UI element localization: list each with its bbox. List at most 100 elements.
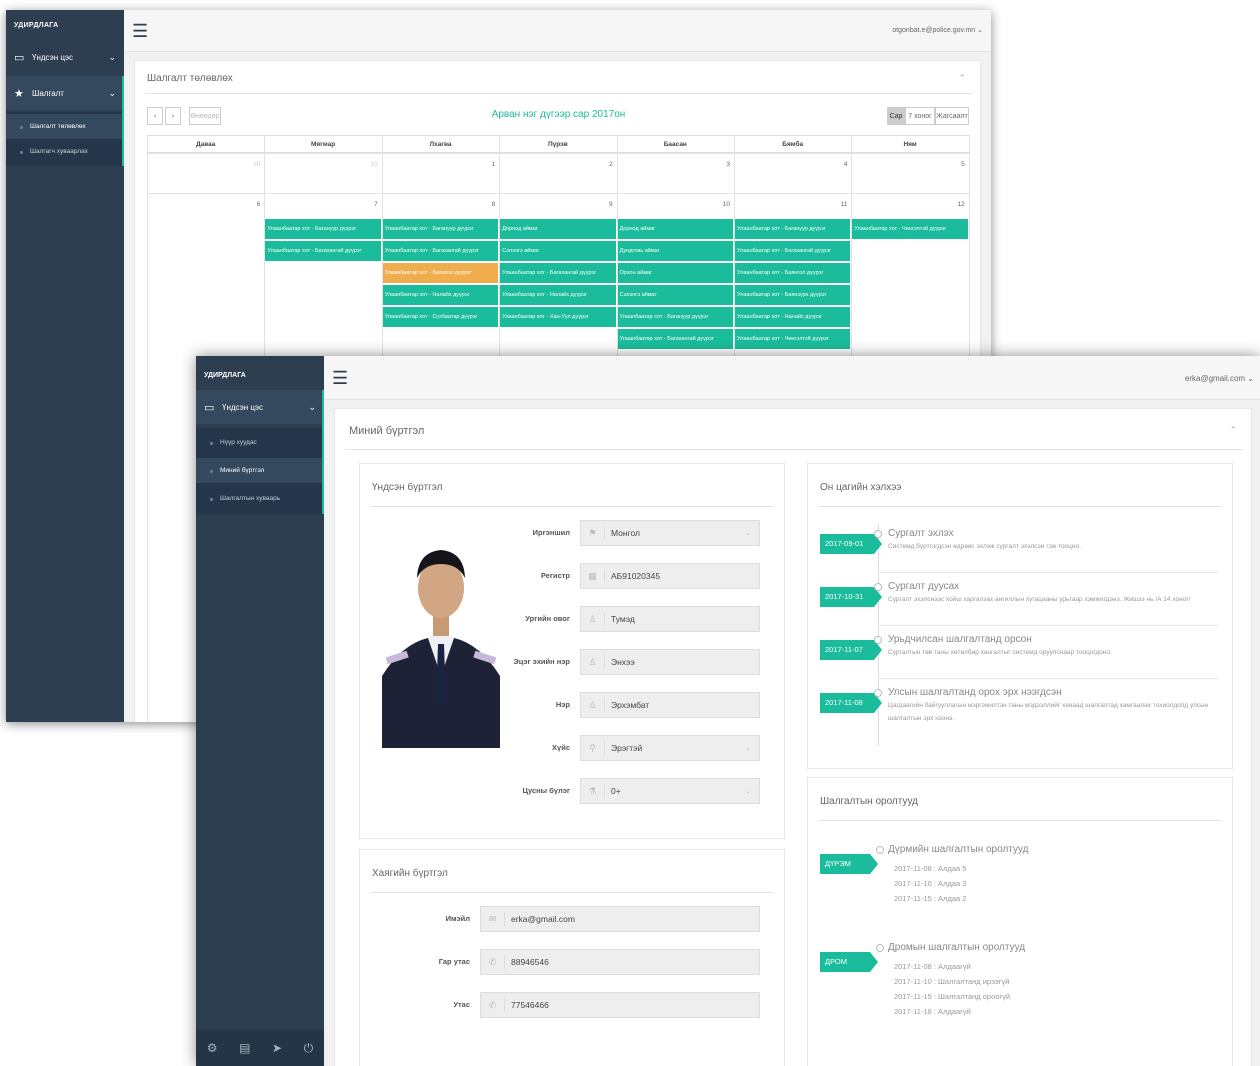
person-photo [382,550,500,748]
timeline-title: Улсын шалгалтанд орох эрх нээгдсэн [888,687,1062,698]
user-email: erka@gmail.com [1184,374,1246,383]
calendar-event[interactable]: Улаанбаатар хот - Сүхбаатар дүүрэг [382,307,499,327]
sidebar-item-assign-examiner[interactable]: Шалгагч хуваарлах [6,139,124,164]
timeline-desc: Цагдаагийн байгууллагын мэргэжилтэн таны… [888,702,1209,722]
chevron-down-icon: ⌄ [108,51,116,62]
sidebar-item-exam-schedule[interactable]: Шалгалтын хуваарь [196,486,324,511]
field-input[interactable]: ♙ Энхээ [580,649,760,675]
field-value: Эрэгтэй [611,743,643,753]
field-label: Гар утас [438,957,470,966]
field-label: Нэр [555,700,570,709]
field-input[interactable]: ♙ Тумэд [580,606,760,632]
calendar-event[interactable]: Улаанбаатар хот - Налайх дүүрэг [735,307,851,327]
field-value: Эрхэмбат [611,700,650,710]
day-number: 3 [726,161,730,168]
field-value: Энхээ [611,657,635,667]
sidebar-item-exam-plan[interactable]: Шалгалт төлөвлөх [6,114,124,139]
timeline-date: 2017-11-08 [820,693,882,713]
send-icon[interactable]: ➤ [272,1041,282,1055]
calendar-event[interactable]: Улаанбаатар хот - Налайх дүүрэг [382,285,499,305]
field-value: erka@gmail.com [511,914,575,924]
monitor-icon: ▭ [204,401,215,414]
calendar-event[interactable]: Сэлэнгэ аймаг [500,241,616,261]
weekday-header: Мягмар [264,135,382,153]
field-input[interactable]: ✆ 77546466 [480,992,760,1018]
timeline-title: Сургалт эхлэх [888,528,954,539]
exam-attempt: 2017-11-08 : Алдаа 5 [894,864,967,873]
gear-icon[interactable]: ⚙ [207,1041,218,1055]
weekday-header: Лхагва [381,135,500,153]
sidebar-item-main-menu[interactable]: ▭ Үндсэн цэс ⌄ [196,390,324,424]
user-menu[interactable]: otgonbat.e@police.gov.mn ⌄ [892,26,983,34]
field-input[interactable]: ▦ АБ91020345 [580,563,760,589]
menu-icon[interactable]: ☰ [132,22,148,40]
timeline-dot [876,846,884,854]
calendar-event[interactable]: Сэлэнгэ аймаг [617,285,733,305]
topbar: ☰ otgonbat.e@police.gov.mn ⌄ [124,10,991,52]
sidebar-item-my-profile[interactable]: Миний бүртгэл [196,458,324,483]
gender-icon: ⚲ [581,741,605,755]
calendar-event[interactable]: Улаанбаатар хот - Хан-Уул дүүрэг [500,307,616,327]
calendar-event[interactable]: Улаанбаатар хот - Багануур дүүрэг [265,219,381,239]
day-number: 31 [370,161,378,168]
calendar-event[interactable]: Дорнод аймаг [617,219,733,239]
day-number: 12 [957,201,965,208]
weekday-header: Бямба [734,135,852,153]
sidebar-item-main-menu[interactable]: ▭ Үндсэн цэс ⌄ [6,40,124,74]
sidebar-item-exam[interactable]: ★ Шалгалт ⌄ [6,76,124,110]
timeline-date: 2017-09-01 [820,534,882,554]
calendar-event[interactable]: Улаанбаатар хот - Чингэлтэй дүүрэг [735,329,851,349]
field-label: Ургийн овог [525,614,570,623]
power-icon[interactable]: ⏻ [304,1041,314,1056]
day-number: 7 [374,201,378,208]
field-value: Тумэд [611,614,635,624]
field-input[interactable]: ⚑ Монгол ⌄ [580,520,760,546]
timeline-dot [874,583,882,591]
calendar-event[interactable]: Улаанбаатар хот - Багахангай дүүрэг [265,241,381,261]
exam-group-title: Дүрмийн шалгалтын оролтууд [888,844,1029,855]
user-email: otgonbat.e@police.gov.mn [892,27,976,34]
profile-window: УДИРДЛАГА ▭ Үндсэн цэс ⌄ Нүүр хуудас Мин… [196,356,1260,1066]
day-number: 30 [253,161,261,168]
calendar-event[interactable]: Улаанбаатар хот - Багануур дүүрэг [382,219,499,239]
calendar-event[interactable]: Улаанбаатар хот - Багануур дүүрэг [735,219,851,239]
collapse-icon[interactable]: ⌃ [1229,425,1237,436]
field-input[interactable]: ✆ 88946546 [480,949,760,975]
calendar-event[interactable]: Улаанбаатар хот - Баянзүрх дүүрэг [735,285,851,305]
calendar-event[interactable]: Улаанбаатар хот - Багахангай дүүрэг [617,329,733,349]
menu-icon[interactable]: ☰ [332,369,348,387]
calendar-event[interactable]: Улаанбаатар хот - Чингэлтэй дүүрэг [852,219,968,239]
calendar-event[interactable]: Улаанбаатар хот - Багахангай дүүрэг [735,241,851,261]
field-input[interactable]: ⚗ 0+ ⌄ [580,778,760,804]
basic-info-card: Үндсэн бүртгэл Иргэншил ⚑ Монгол ⌄ Регистр ▦ А… [359,463,785,839]
monitor-icon: ▭ [14,51,25,64]
calendar-event[interactable]: Улаанбаатар хот - Багахангай дүүрэг [500,263,616,283]
field-label: Регистр [540,571,570,580]
field-input[interactable]: ✉ erka@gmail.com [480,906,760,932]
calendar-event[interactable]: Орхон аймаг [617,263,733,283]
exam-badge: ДҮРЭМ [820,854,878,874]
document-icon[interactable]: ▤ [239,1041,250,1055]
calendar-event[interactable]: Дорнод аймаг [500,219,616,239]
field-value: 77546466 [511,1000,549,1010]
calendar-event[interactable]: Улаанбаатар хот - Багахангай дүүрэг [382,241,499,261]
calendar-event[interactable]: Дундговь аймаг [617,241,733,261]
sidebar-item-home[interactable]: Нүүр хуудас [196,430,324,455]
timeline-dot [874,530,882,538]
sidebar-item-label: Үндсэн цэс [32,52,74,62]
sidebar: УДИРДЛАГА ▭ Үндсэн цэс ⌄ ★ Шалгалт ⌄ Шал… [6,10,124,722]
exam-attempt: 2017-11-08 : Алдаагүй [894,962,971,971]
timeline-title: Сургалт дуусах [888,581,960,592]
field-input[interactable]: ⚲ Эрэгтэй ⌄ [580,735,760,761]
timeline-dot [876,944,884,952]
day-number: 8 [491,201,496,208]
chevron-down-icon: ⌄ [108,87,116,98]
calendar-event[interactable]: Улаанбаатар хот - Баянгол дүүрэг [735,263,851,283]
weekday-header: Пүрэв [499,135,617,153]
calendar-event[interactable]: Улаанбаатар хот - Налайх дүүрэг [500,285,616,305]
calendar-event[interactable]: Улаанбаатар хот - Багануур дүүрэг [617,307,733,327]
phone-icon: ✆ [481,998,505,1012]
field-input[interactable]: ♙ Эрхэмбат [580,692,760,718]
calendar-event[interactable]: Улаанбаатар хот - Баянгол дүүрэг [382,263,499,283]
user-menu[interactable]: erka@gmail.com ⌄ [1185,374,1254,383]
